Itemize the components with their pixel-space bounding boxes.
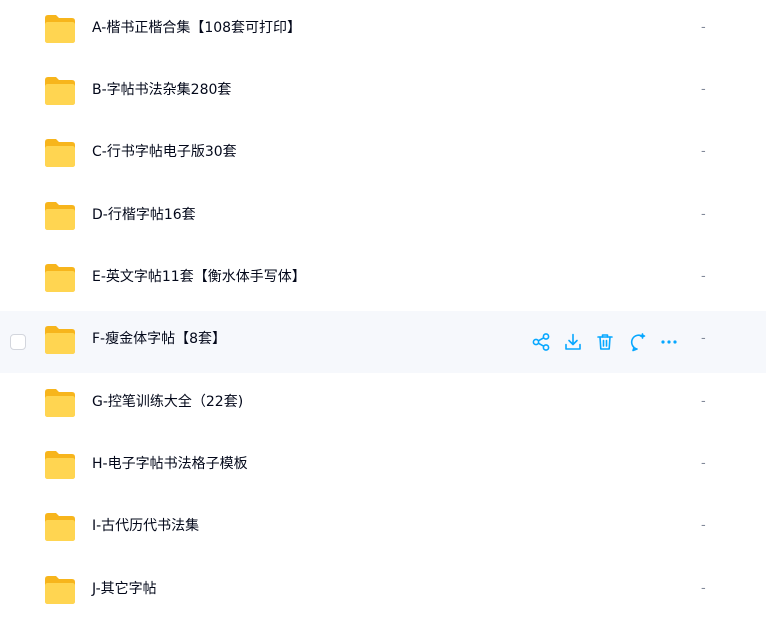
file-name[interactable]: E-英文字帖11套【衡水体手写体】 bbox=[92, 268, 306, 286]
file-name[interactable]: H-电子字帖书法格子模板 bbox=[92, 455, 248, 473]
file-name[interactable]: A-楷书正楷合集【108套可打印】 bbox=[92, 19, 301, 37]
file-name[interactable]: I-古代历代书法集 bbox=[92, 517, 199, 535]
file-name[interactable]: D-行楷字帖16套 bbox=[92, 206, 196, 224]
row-actions bbox=[530, 331, 680, 353]
share-button[interactable] bbox=[530, 331, 552, 353]
folder-icon bbox=[45, 77, 75, 105]
file-name[interactable]: J-其它字帖 bbox=[92, 580, 157, 598]
file-meta: - bbox=[701, 394, 706, 409]
file-meta: - bbox=[701, 331, 706, 346]
comment-button[interactable] bbox=[626, 331, 648, 353]
more-button[interactable] bbox=[658, 331, 680, 353]
folder-icon bbox=[45, 389, 75, 417]
file-name[interactable]: B-字帖书法杂集280套 bbox=[92, 81, 231, 99]
file-name[interactable]: F-瘦金体字帖【8套】 bbox=[92, 330, 226, 348]
delete-button[interactable] bbox=[594, 331, 616, 353]
download-icon bbox=[565, 333, 581, 350]
more-icon bbox=[661, 340, 677, 344]
folder-icon bbox=[45, 451, 75, 479]
row-checkbox[interactable] bbox=[10, 334, 26, 350]
file-name[interactable]: C-行书字帖电子版30套 bbox=[92, 143, 237, 161]
delete-icon bbox=[597, 334, 613, 350]
folder-icon bbox=[45, 139, 75, 167]
file-meta: - bbox=[701, 82, 706, 97]
folder-icon bbox=[45, 513, 75, 541]
file-meta: - bbox=[701, 581, 706, 596]
file-meta: - bbox=[701, 144, 706, 159]
folder-icon bbox=[45, 15, 75, 43]
comment-icon bbox=[630, 333, 646, 352]
file-row[interactable]: G-控笔训练大全（22套) - bbox=[0, 374, 766, 436]
file-meta: - bbox=[701, 518, 706, 533]
file-row[interactable]: B-字帖书法杂集280套 - bbox=[0, 62, 766, 124]
file-name[interactable]: G-控笔训练大全（22套) bbox=[92, 393, 243, 411]
download-button[interactable] bbox=[562, 331, 584, 353]
file-row[interactable]: C-行书字帖电子版30套 - bbox=[0, 124, 766, 186]
file-row[interactable]: H-电子字帖书法格子模板 - bbox=[0, 436, 766, 498]
file-meta: - bbox=[701, 20, 706, 35]
folder-icon bbox=[45, 326, 75, 354]
file-row[interactable]: J-其它字帖 - bbox=[0, 561, 766, 623]
folder-icon bbox=[45, 576, 75, 604]
file-row[interactable]: A-楷书正楷合集【108套可打印】 - bbox=[0, 0, 766, 62]
file-row[interactable]: E-英文字帖11套【衡水体手写体】 - bbox=[0, 249, 766, 311]
file-row[interactable]: I-古代历代书法集 - bbox=[0, 498, 766, 560]
folder-icon bbox=[45, 264, 75, 292]
file-row-hovered[interactable]: F-瘦金体字帖【8套】 - bbox=[0, 311, 766, 373]
file-list: A-楷书正楷合集【108套可打印】 - B-字帖书法杂集280套 - C-行书字… bbox=[0, 0, 766, 629]
file-meta: - bbox=[701, 207, 706, 222]
file-meta: - bbox=[701, 269, 706, 284]
file-meta: - bbox=[701, 456, 706, 471]
folder-icon bbox=[45, 202, 75, 230]
file-row[interactable]: D-行楷字帖16套 - bbox=[0, 187, 766, 249]
share-icon bbox=[532, 333, 550, 351]
